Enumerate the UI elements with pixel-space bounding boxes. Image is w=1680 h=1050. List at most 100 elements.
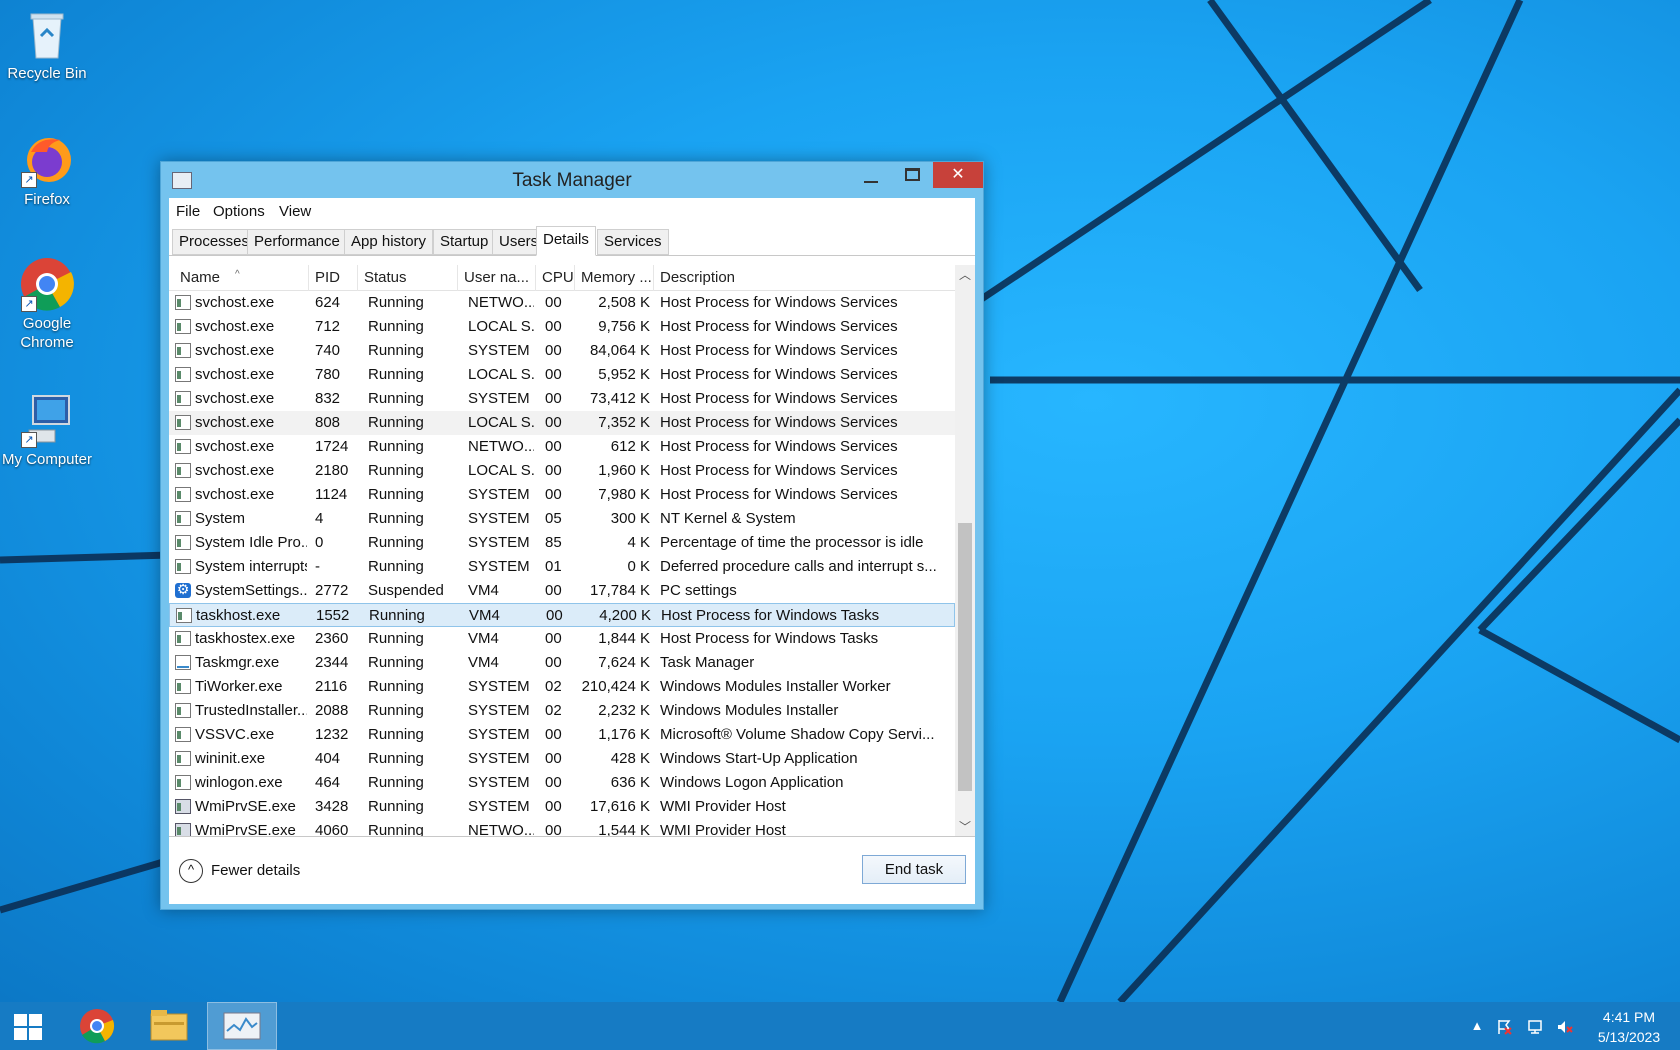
maximize-button[interactable] bbox=[892, 162, 932, 188]
cell-name: wininit.exe bbox=[195, 750, 266, 767]
table-row[interactable]: wininit.exe 404 Running SYSTEM 00 428 K Window… bbox=[169, 747, 955, 771]
cell-cpu: 02 bbox=[545, 702, 562, 719]
table-row[interactable]: VSSVC.exe 1232 Running SYSTEM 00 1,176 K Micro… bbox=[169, 723, 955, 747]
table-row[interactable]: svchost.exe 1124 Running SYSTEM 00 7,980 K Hos… bbox=[169, 483, 955, 507]
action-center-flag-icon[interactable] bbox=[1495, 1018, 1513, 1036]
table-row[interactable]: TiWorker.exe 2116 Running SYSTEM 02 210,424 K… bbox=[169, 675, 955, 699]
process-icon bbox=[175, 295, 191, 310]
taskbar-task-manager[interactable] bbox=[207, 1002, 277, 1050]
cell-cpu: 01 bbox=[545, 558, 562, 575]
table-row[interactable]: SystemSettings.... 2772 Suspended VM4 00 17,7… bbox=[169, 579, 955, 603]
cell-description: Deferred procedure calls and interrupt s… bbox=[660, 558, 937, 575]
details-grid: Name ^ PID Status User na... CPU Memory … bbox=[169, 265, 975, 837]
cell-memory: 2,232 K bbox=[598, 702, 650, 719]
scroll-down-icon[interactable]: ﹀ bbox=[955, 817, 975, 836]
scroll-thumb[interactable] bbox=[958, 523, 972, 791]
menu-options[interactable]: Options bbox=[213, 203, 265, 220]
close-button[interactable]: ✕ bbox=[933, 162, 983, 188]
cell-description: Host Process for Windows Services bbox=[660, 342, 898, 359]
table-row[interactable]: TrustedInstaller.... 2088 Running SYSTEM 02 2… bbox=[169, 699, 955, 723]
taskbar-file-explorer[interactable] bbox=[136, 1002, 202, 1050]
end-task-button[interactable]: End task bbox=[862, 855, 966, 884]
speaker-muted-icon[interactable] bbox=[1556, 1018, 1574, 1036]
title-bar[interactable]: Task Manager ✕ bbox=[161, 162, 983, 198]
desktop-icon-firefox[interactable]: ↗ Firefox bbox=[0, 132, 94, 209]
column-header-pid[interactable]: PID bbox=[309, 265, 358, 291]
column-header-name[interactable]: Name ^ bbox=[169, 265, 309, 291]
tab-services[interactable]: Services bbox=[597, 229, 669, 255]
cell-user: SYSTEM bbox=[468, 558, 530, 575]
table-row[interactable]: WmiPrvSE.exe 3428 Running SYSTEM 00 17,616 K W… bbox=[169, 795, 955, 819]
cell-status: Running bbox=[368, 654, 424, 671]
menu-file[interactable]: File bbox=[176, 203, 200, 220]
table-row[interactable]: svchost.exe 712 Running LOCAL S... 00 9,756 K… bbox=[169, 315, 955, 339]
cell-pid: 740 bbox=[315, 342, 341, 359]
cell-name: taskhost.exe bbox=[196, 607, 281, 624]
table-row[interactable]: svchost.exe 808 Running LOCAL S... 00 7,352 K… bbox=[169, 411, 955, 435]
table-row[interactable]: svchost.exe 624 Running NETWO... 00 2,508 K Ho… bbox=[169, 291, 955, 315]
table-row[interactable]: svchost.exe 1724 Running NETWO... 00 612 K Hos… bbox=[169, 435, 955, 459]
sort-ascending-icon: ^ bbox=[235, 269, 240, 280]
column-header-user-name[interactable]: User na... bbox=[458, 265, 536, 291]
table-row[interactable]: taskhost.exe 1552 Running VM4 00 4,200 K Host … bbox=[169, 603, 955, 627]
footer: ^ Fewer details End task bbox=[169, 838, 975, 904]
close-icon: ✕ bbox=[951, 166, 965, 183]
process-icon bbox=[175, 679, 191, 694]
desktop-icon-label: Google Chrome bbox=[20, 315, 74, 351]
cell-description: Host Process for Windows Services bbox=[660, 462, 898, 479]
cell-memory: 1,544 K bbox=[598, 822, 650, 837]
menu-bar: File Options View bbox=[169, 198, 975, 224]
desktop-icon-recycle-bin[interactable]: Recycle Bin bbox=[0, 6, 94, 83]
cell-name: System Idle Pro... bbox=[195, 534, 307, 551]
table-row[interactable]: winlogon.exe 464 Running SYSTEM 00 636 K Windo… bbox=[169, 771, 955, 795]
process-icon bbox=[175, 415, 191, 430]
desktop-icon-google-chrome[interactable]: ↗ Google Chrome bbox=[0, 256, 94, 352]
table-row[interactable]: svchost.exe 2180 Running LOCAL S... 00 1,960 … bbox=[169, 459, 955, 483]
menu-view[interactable]: View bbox=[279, 203, 311, 220]
tab-processes[interactable]: Processes bbox=[172, 229, 257, 255]
start-button[interactable] bbox=[0, 1002, 58, 1050]
column-header-memory[interactable]: Memory ... bbox=[575, 265, 654, 291]
desktop-icon-my-computer[interactable]: ↗ My Computer bbox=[0, 392, 94, 469]
table-row[interactable]: svchost.exe 740 Running SYSTEM 00 84,064 K Hos… bbox=[169, 339, 955, 363]
table-row[interactable]: System Idle Pro... 0 Running SYSTEM 85 4 K Per… bbox=[169, 531, 955, 555]
show-hidden-icons-icon[interactable]: ▲ bbox=[1468, 1018, 1486, 1036]
cell-status: Running bbox=[368, 366, 424, 383]
cell-user: VM4 bbox=[469, 607, 500, 624]
table-row[interactable]: Taskmgr.exe 2344 Running VM4 00 7,624 K Task M… bbox=[169, 651, 955, 675]
tab-app-history[interactable]: App history bbox=[344, 229, 434, 255]
scroll-up-icon[interactable]: ︿ bbox=[955, 265, 975, 285]
cell-status: Running bbox=[368, 438, 424, 455]
vertical-scrollbar[interactable]: ︿ ﹀ bbox=[955, 265, 975, 836]
tab-performance[interactable]: Performance bbox=[247, 229, 347, 255]
taskbar-chrome[interactable] bbox=[64, 1002, 130, 1050]
minimize-button[interactable] bbox=[851, 162, 891, 188]
table-row[interactable]: taskhostex.exe 2360 Running VM4 00 1,844 K Hos… bbox=[169, 627, 955, 651]
table-row[interactable]: WmiPrvSE.exe 4060 Running NETWO... 00 1,544 K… bbox=[169, 819, 955, 837]
cell-user: VM4 bbox=[468, 582, 499, 599]
cell-pid: 4060 bbox=[315, 822, 349, 837]
column-header-status[interactable]: Status bbox=[358, 265, 458, 291]
tab-details[interactable]: Details bbox=[536, 226, 596, 256]
cell-pid: 2180 bbox=[315, 462, 349, 479]
cell-memory: 4 K bbox=[627, 534, 650, 551]
cell-user: NETWO... bbox=[468, 294, 534, 311]
process-icon bbox=[175, 775, 191, 790]
column-header-cpu[interactable]: CPU bbox=[536, 265, 575, 291]
fewer-details-button[interactable]: ^ Fewer details bbox=[179, 858, 300, 884]
clock[interactable]: 4:41 PM 5/13/2023 bbox=[1584, 1007, 1674, 1047]
cell-status: Running bbox=[368, 534, 424, 551]
cell-user: VM4 bbox=[468, 654, 499, 671]
cell-memory: 300 K bbox=[610, 510, 650, 527]
cell-memory: 7,980 K bbox=[598, 486, 650, 503]
table-row[interactable]: System 4 Running SYSTEM 05 300 K NT Kernel & S… bbox=[169, 507, 955, 531]
network-icon[interactable] bbox=[1527, 1018, 1545, 1036]
cell-name: svchost.exe bbox=[195, 414, 275, 431]
table-row[interactable]: System interrupts - Running SYSTEM 01 0 K Defe… bbox=[169, 555, 955, 579]
tab-startup[interactable]: Startup bbox=[433, 229, 496, 255]
table-row[interactable]: svchost.exe 832 Running SYSTEM 00 73,412 K Hos… bbox=[169, 387, 955, 411]
cell-memory: 2,508 K bbox=[598, 294, 650, 311]
desktop-icon-label: My Computer bbox=[1, 451, 93, 468]
column-header-description[interactable]: Description bbox=[654, 265, 955, 291]
table-row[interactable]: svchost.exe 780 Running LOCAL S... 00 5,952 K… bbox=[169, 363, 955, 387]
